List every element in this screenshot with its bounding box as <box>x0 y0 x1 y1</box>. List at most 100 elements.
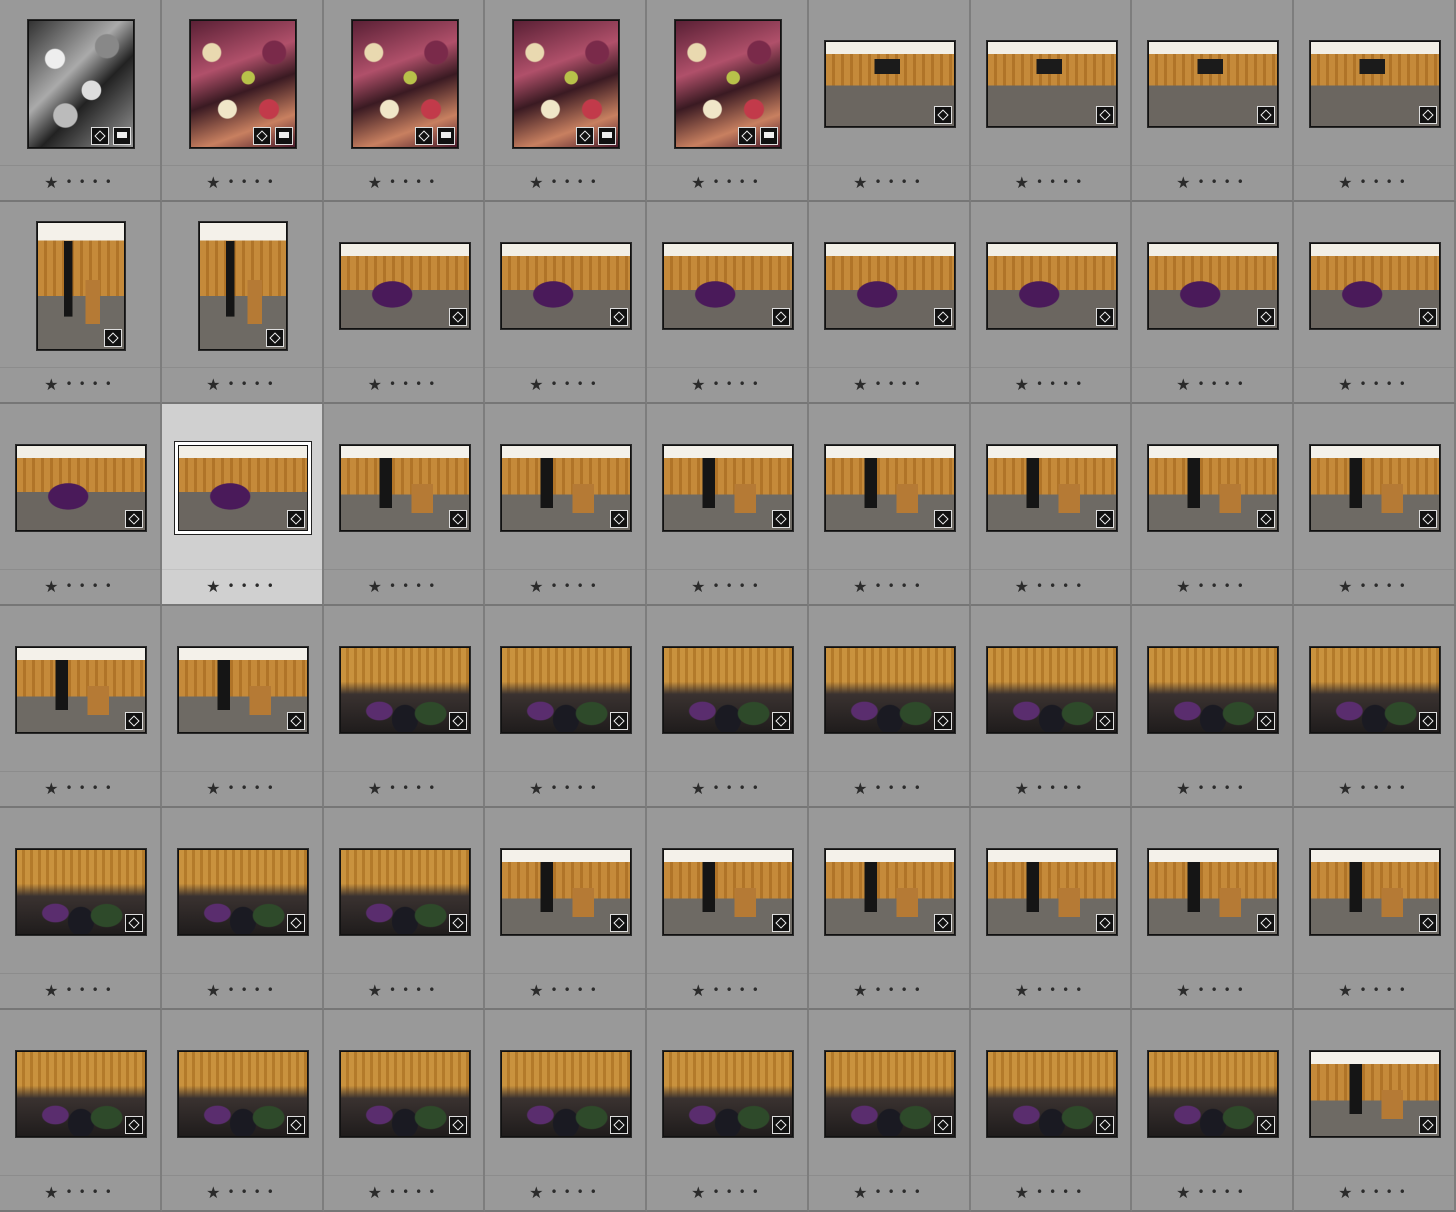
photo-thumbnail[interactable] <box>987 243 1117 329</box>
thumbnail-cell[interactable]: ★ • • • • <box>809 202 971 404</box>
thumbnail-cell[interactable]: ★ • • • • <box>485 808 647 1010</box>
thumbnail-cell[interactable]: ★ • • • • <box>485 606 647 808</box>
star-rating[interactable]: ★ • • • • <box>647 577 807 596</box>
empty-star-dot-icon[interactable]: • <box>914 781 923 795</box>
empty-star-dot-icon[interactable]: • <box>875 983 884 997</box>
empty-star-dot-icon[interactable]: • <box>1386 579 1395 593</box>
edit-badge-icon[interactable] <box>610 510 628 528</box>
empty-star-dot-icon[interactable]: • <box>577 175 586 189</box>
empty-star-dot-icon[interactable]: • <box>1062 175 1071 189</box>
thumbnail-cell[interactable]: ★ • • • • <box>647 606 809 808</box>
empty-star-dot-icon[interactable]: • <box>1399 983 1408 997</box>
star-rating[interactable]: ★ • • • • <box>809 375 969 394</box>
star-icon[interactable]: ★ <box>1015 981 1031 1000</box>
thumbnail-cell[interactable]: ★ • • • • <box>809 808 971 1010</box>
photo-thumbnail[interactable] <box>16 849 146 935</box>
star-rating[interactable]: ★ • • • • <box>162 375 322 394</box>
star-icon[interactable]: ★ <box>206 375 222 394</box>
empty-star-dot-icon[interactable]: • <box>228 983 237 997</box>
empty-star-dot-icon[interactable]: • <box>66 983 75 997</box>
edit-badge-icon[interactable] <box>610 1116 628 1134</box>
empty-star-dot-icon[interactable]: • <box>92 579 101 593</box>
empty-star-dot-icon[interactable]: • <box>577 579 586 593</box>
empty-star-dot-icon[interactable]: • <box>241 175 250 189</box>
photo-thumbnail[interactable] <box>987 1051 1117 1137</box>
empty-star-dot-icon[interactable]: • <box>1075 983 1084 997</box>
star-icon[interactable]: ★ <box>206 981 222 1000</box>
empty-star-dot-icon[interactable]: • <box>402 377 411 391</box>
star-icon[interactable]: ★ <box>691 779 707 798</box>
empty-star-dot-icon[interactable]: • <box>1036 781 1045 795</box>
thumbnail-cell[interactable]: ★ • • • • <box>324 1010 485 1212</box>
photo-thumbnail[interactable] <box>340 445 470 531</box>
empty-star-dot-icon[interactable]: • <box>1386 175 1395 189</box>
star-icon[interactable]: ★ <box>44 577 60 596</box>
empty-star-dot-icon[interactable]: • <box>254 579 263 593</box>
empty-star-dot-icon[interactable]: • <box>1198 1185 1207 1199</box>
thumbnail-cell[interactable]: ★ • • • • <box>1132 1010 1294 1212</box>
star-icon[interactable]: ★ <box>1338 577 1354 596</box>
comment-badge-icon[interactable] <box>113 127 131 145</box>
empty-star-dot-icon[interactable]: • <box>739 781 748 795</box>
thumbnail-cell[interactable]: ★ • • • • <box>162 404 324 606</box>
empty-star-dot-icon[interactable]: • <box>402 579 411 593</box>
empty-star-dot-icon[interactable]: • <box>551 983 560 997</box>
photo-thumbnail[interactable] <box>1310 41 1440 127</box>
edit-badge-icon[interactable] <box>1419 510 1437 528</box>
edit-badge-icon[interactable] <box>772 712 790 730</box>
empty-star-dot-icon[interactable]: • <box>1360 781 1369 795</box>
star-rating[interactable]: ★ • • • • <box>485 173 645 192</box>
empty-star-dot-icon[interactable]: • <box>564 781 573 795</box>
empty-star-dot-icon[interactable]: • <box>79 781 88 795</box>
empty-star-dot-icon[interactable]: • <box>739 175 748 189</box>
empty-star-dot-icon[interactable]: • <box>739 579 748 593</box>
edit-badge-icon[interactable] <box>772 914 790 932</box>
star-icon[interactable]: ★ <box>691 1183 707 1202</box>
thumbnail-cell[interactable]: ★ • • • • <box>971 1010 1132 1212</box>
thumbnail-cell[interactable]: ★ • • • • <box>1294 606 1456 808</box>
empty-star-dot-icon[interactable]: • <box>79 175 88 189</box>
edit-badge-icon[interactable] <box>1257 1116 1275 1134</box>
photo-thumbnail[interactable] <box>987 647 1117 733</box>
empty-star-dot-icon[interactable]: • <box>1237 377 1246 391</box>
star-icon[interactable]: ★ <box>853 1183 869 1202</box>
empty-star-dot-icon[interactable]: • <box>914 1185 923 1199</box>
edit-badge-icon[interactable] <box>1096 510 1114 528</box>
empty-star-dot-icon[interactable]: • <box>752 781 761 795</box>
empty-star-dot-icon[interactable]: • <box>228 781 237 795</box>
empty-star-dot-icon[interactable]: • <box>1360 983 1369 997</box>
empty-star-dot-icon[interactable]: • <box>1198 579 1207 593</box>
empty-star-dot-icon[interactable]: • <box>551 377 560 391</box>
empty-star-dot-icon[interactable]: • <box>241 1185 250 1199</box>
photo-thumbnail[interactable] <box>987 41 1117 127</box>
star-icon[interactable]: ★ <box>44 779 60 798</box>
empty-star-dot-icon[interactable]: • <box>415 377 424 391</box>
empty-star-dot-icon[interactable]: • <box>888 781 897 795</box>
empty-star-dot-icon[interactable]: • <box>105 377 114 391</box>
empty-star-dot-icon[interactable]: • <box>1049 983 1058 997</box>
star-icon[interactable]: ★ <box>1338 779 1354 798</box>
empty-star-dot-icon[interactable]: • <box>551 781 560 795</box>
empty-star-dot-icon[interactable]: • <box>105 579 114 593</box>
star-rating[interactable]: ★ • • • • <box>0 1183 160 1202</box>
empty-star-dot-icon[interactable]: • <box>1386 983 1395 997</box>
edit-badge-icon[interactable] <box>287 510 305 528</box>
edit-badge-icon[interactable] <box>772 308 790 326</box>
edit-badge-icon[interactable] <box>449 712 467 730</box>
thumbnail-cell[interactable]: ★ • • • • <box>647 404 809 606</box>
empty-star-dot-icon[interactable]: • <box>577 781 586 795</box>
thumbnail-cell[interactable]: ★ • • • • <box>1294 0 1456 202</box>
empty-star-dot-icon[interactable]: • <box>1399 579 1408 593</box>
empty-star-dot-icon[interactable]: • <box>1373 175 1382 189</box>
empty-star-dot-icon[interactable]: • <box>402 781 411 795</box>
empty-star-dot-icon[interactable]: • <box>105 175 114 189</box>
empty-star-dot-icon[interactable]: • <box>726 781 735 795</box>
empty-star-dot-icon[interactable]: • <box>415 983 424 997</box>
photo-thumbnail[interactable] <box>340 849 470 935</box>
empty-star-dot-icon[interactable]: • <box>415 175 424 189</box>
empty-star-dot-icon[interactable]: • <box>888 175 897 189</box>
empty-star-dot-icon[interactable]: • <box>1373 579 1382 593</box>
edit-badge-icon[interactable] <box>125 914 143 932</box>
star-icon[interactable]: ★ <box>1338 173 1354 192</box>
empty-star-dot-icon[interactable]: • <box>1237 175 1246 189</box>
